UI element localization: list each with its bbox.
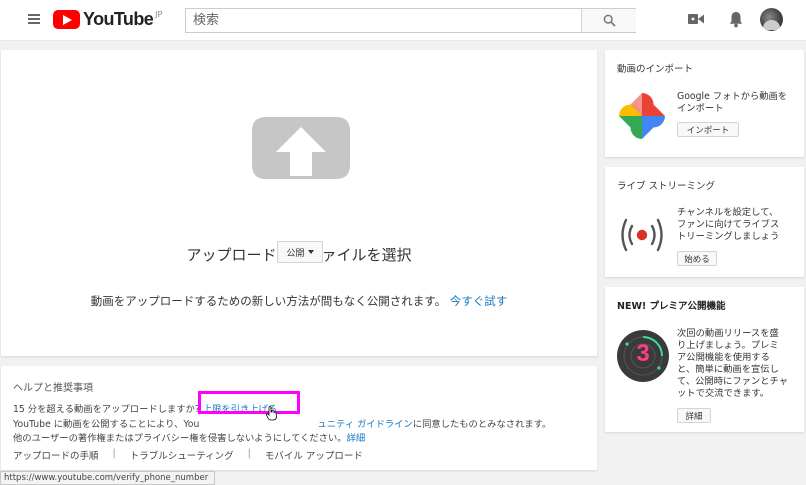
- logo-region: JP: [155, 10, 163, 19]
- import-card: 動画のインポート Google フォトから動画を インポート インポート: [605, 50, 804, 157]
- import-button[interactable]: インポート: [677, 122, 739, 137]
- divider: |: [247, 448, 251, 459]
- privacy-dropdown[interactable]: 公開: [277, 241, 323, 263]
- upload-steps-link[interactable]: アップロードの手順: [13, 448, 99, 462]
- search-box: [185, 8, 636, 33]
- live-card: ライブ ストリーミング チャンネルを設定して、 ファンに向けてライブス トリーミ…: [605, 167, 804, 277]
- premiere-title: NEW! プレミア公開機能: [617, 301, 726, 312]
- copyright-text: 他のユーザーの著作権またはプライバシー権を侵害しないようにしてください。: [13, 433, 347, 444]
- youtube-play-icon: [53, 10, 80, 29]
- troubleshooting-link[interactable]: トラブルシューティング: [130, 448, 234, 462]
- masthead: YouTube JP: [0, 0, 806, 41]
- premiere-desc-line: 次回の動画リリースを盛: [677, 328, 779, 339]
- avatar[interactable]: [760, 8, 783, 31]
- premiere-desc-line: ットで交流できます。: [677, 388, 770, 399]
- help-line-copyright: 他のユーザーの著作権またはプライバシー権を侵害しないようにしてください。詳細: [13, 430, 365, 444]
- privacy-label: 公開: [286, 248, 305, 259]
- help-title: ヘルプと推奨事項: [13, 383, 93, 394]
- google-photos-icon: [619, 93, 665, 139]
- live-desc-line: チャンネルを設定して、: [677, 207, 779, 218]
- highlight-box: [198, 391, 300, 414]
- hand-cursor-icon: [266, 406, 277, 421]
- premiere-desc-line: ア公開機能を使用する: [677, 352, 770, 363]
- youtube-logo[interactable]: YouTube JP: [53, 9, 162, 30]
- upload-arrow-icon[interactable]: [252, 117, 350, 179]
- premiere-card: NEW! プレミア公開機能 3 次回の動画リリースを盛 り上げましょう。プレミ …: [605, 287, 804, 432]
- start-button[interactable]: 始める: [677, 251, 717, 266]
- upload-note: 動画をアップロードするための新しい方法が間もなく公開されます。 今すぐ試す: [1, 293, 597, 309]
- try-now-link[interactable]: 今すぐ試す: [450, 294, 508, 308]
- help-line-guidelines: YouTube に動画を公開することにより、You ュニティ ガイドラインに同意し…: [13, 416, 551, 430]
- logo-text: YouTube: [83, 9, 154, 29]
- guidelines-suffix: に同意したものとみなされます。: [412, 419, 552, 430]
- divider: |: [112, 448, 116, 459]
- premiere-count: 3: [636, 340, 650, 367]
- premiere-icon: 3: [617, 330, 669, 382]
- live-desc-line: トリーミングしましょう: [677, 231, 780, 242]
- help-links: アップロードの手順 | トラブルシューティング | モバイル アップロード: [13, 448, 363, 462]
- import-desc: Google フォトから動画を インポート: [677, 91, 787, 115]
- upload-note-text: 動画をアップロードするための新しい方法が間もなく公開されます。: [90, 294, 447, 308]
- help-card: ヘルプと推奨事項 15 分を超える動画をアップロードしますか? 上限を引き上げる…: [1, 366, 597, 470]
- premiere-desc: 次回の動画リリースを盛 り上げましょう。プレミ ア公開機能を使用する と、簡単に…: [677, 328, 788, 400]
- import-desc-line: Google フォトから動画を: [677, 91, 788, 102]
- upload-card: アップロードするファイルを選択 公開 動画をアップロードするための新しい方法が間…: [1, 50, 597, 356]
- search-input[interactable]: [186, 9, 581, 32]
- premiere-desc-line: て、公開時にファンとチャ: [677, 376, 789, 387]
- community-guidelines-link[interactable]: ュニティ ガイドライン: [317, 419, 412, 430]
- learn-more-button[interactable]: 詳細: [677, 408, 711, 423]
- live-stream-icon: [621, 218, 663, 252]
- premiere-desc-line: り上げましょう。プレミ: [677, 340, 779, 351]
- search-icon: [603, 14, 616, 27]
- search-button[interactable]: [581, 9, 636, 32]
- mobile-upload-link[interactable]: モバイル アップロード: [265, 448, 363, 462]
- live-desc-line: ファンに向けてライブス: [677, 219, 780, 230]
- guidelines-text: YouTube に動画を公開することにより、You: [13, 419, 200, 430]
- video-camera-icon[interactable]: [688, 13, 704, 25]
- chevron-down-icon: [307, 250, 314, 254]
- premiere-desc-line: と、簡単に動画を宣伝し: [677, 364, 779, 375]
- menu-icon[interactable]: [28, 14, 40, 24]
- import-desc-line: インポート: [677, 103, 724, 114]
- learn-more-link[interactable]: 詳細: [347, 433, 366, 444]
- live-desc: チャンネルを設定して、 ファンに向けてライブス トリーミングしましょう: [677, 207, 779, 243]
- bell-icon[interactable]: [729, 11, 743, 28]
- live-title: ライブ ストリーミング: [617, 181, 716, 192]
- limit-text: 15 分を超える動画をアップロードしますか: [13, 404, 195, 415]
- status-bar-url: https://www.youtube.com/verify_phone_num…: [0, 471, 215, 485]
- import-title: 動画のインポート: [617, 64, 694, 75]
